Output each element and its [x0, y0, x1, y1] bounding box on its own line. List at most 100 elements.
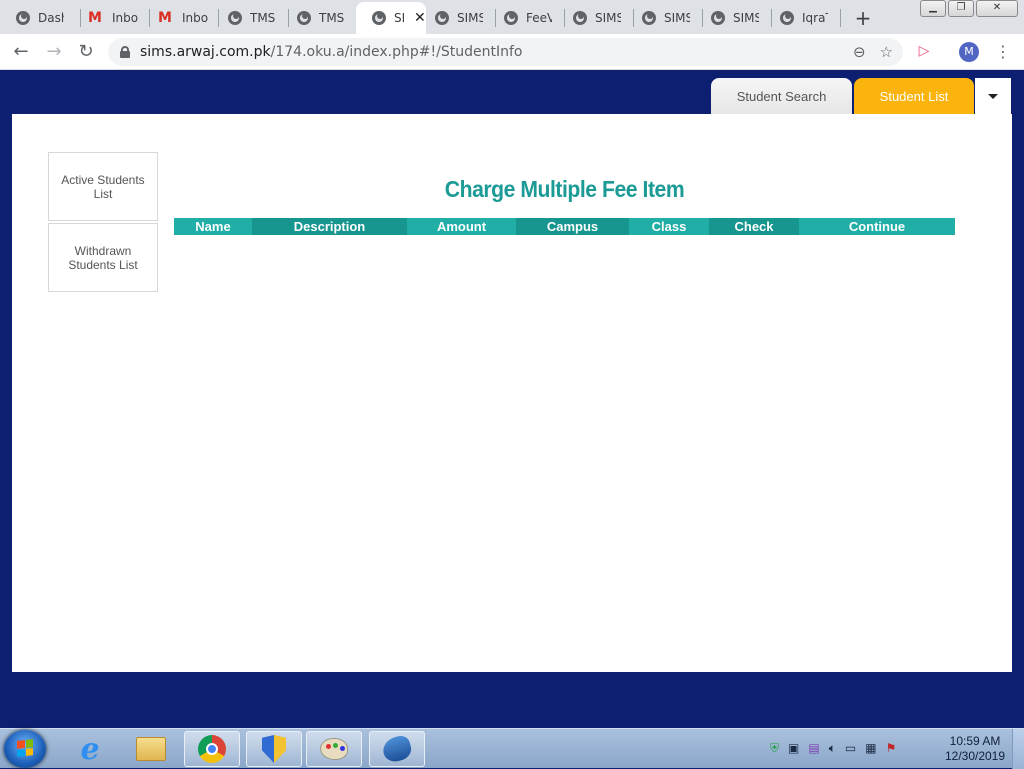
url-host: sims.arwaj.com.pk	[140, 44, 271, 60]
taskbar-chrome[interactable]	[184, 731, 240, 767]
tab-student-list[interactable]: Student List	[854, 78, 974, 114]
windows-logo-icon	[17, 739, 33, 757]
tab-title: Inbox	[112, 11, 138, 25]
show-desktop-button[interactable]	[1012, 729, 1024, 769]
page-title: Charge Multiple Fee Item	[444, 176, 685, 202]
defender-shield-icon[interactable]: ⛨	[770, 741, 779, 756]
browser-tab-8[interactable]: FeeV	[488, 2, 564, 34]
clock-date: 12/30/2019	[944, 749, 1006, 763]
globe-icon	[372, 11, 386, 25]
browser-tab-4[interactable]: TMS	[212, 2, 288, 34]
fee-items-table: Name Description Amount Campus Class Che…	[174, 218, 955, 235]
browser-tab-10[interactable]: SIMS	[626, 2, 702, 34]
zoom-icon[interactable]: ⊖	[853, 43, 866, 61]
sidebar-item-withdrawn-students[interactable]: Withdrawn Students List	[48, 223, 158, 292]
chrome-icon	[198, 735, 226, 763]
browser-tab-3[interactable]: M Inbox	[142, 2, 218, 34]
tab-title: SIMS	[664, 11, 690, 25]
volume-icon[interactable]: 🔈︎	[829, 741, 836, 756]
column-header-check: Check	[709, 218, 799, 235]
clock-time: 10:59 AM	[949, 734, 1001, 748]
tab-title: SIMS	[595, 11, 621, 25]
browser-tab-11[interactable]: SIMS	[695, 2, 771, 34]
network-icon[interactable]: ▭	[845, 741, 856, 756]
taskbar-mysql[interactable]	[369, 731, 425, 767]
sidebar: Active Students List Withdrawn Students …	[48, 152, 158, 294]
url-text: sims.arwaj.com.pk/174.oku.a/index.php#!/…	[140, 44, 522, 60]
column-header-amount: Amount	[407, 218, 516, 235]
taskbar-internet-explorer[interactable]: e	[62, 731, 118, 767]
table-header-row: Name Description Amount Campus Class Che…	[174, 218, 955, 235]
extension-icon[interactable]: ▷	[916, 43, 932, 59]
windows-taskbar: e ⛨ ▣ ▤ 🔈︎ ▭ ▦ ⚑ 10:59 AM 12/30/2019	[0, 728, 1024, 769]
column-header-campus: Campus	[516, 218, 629, 235]
column-header-continue: Continue	[799, 218, 955, 235]
maximize-button[interactable]: ❐	[948, 0, 974, 17]
tab-title: FeeV	[526, 11, 552, 25]
tab-student-search[interactable]: Student Search	[711, 78, 852, 114]
system-tray: ⛨ ▣ ▤ 🔈︎ ▭ ▦ ⚑	[770, 741, 896, 756]
globe-icon	[573, 11, 587, 25]
address-bar[interactable]: sims.arwaj.com.pk/174.oku.a/index.php#!/…	[108, 38, 903, 66]
action-center-flag-icon[interactable]: ⚑	[886, 741, 897, 756]
tab-title: Dashb	[38, 11, 64, 25]
browser-tab-9[interactable]: SIMS	[557, 2, 633, 34]
browser-tab-5[interactable]: TMS	[281, 2, 357, 34]
taskbar-paint[interactable]	[306, 731, 362, 767]
taskbar-clock[interactable]: 10:59 AM 12/30/2019	[940, 734, 1010, 764]
browser-tab-1[interactable]: Dashb	[0, 2, 80, 34]
tab-title: IqraT	[802, 11, 828, 25]
paint-palette-icon	[320, 738, 348, 760]
close-window-button[interactable]: ✕	[976, 0, 1018, 17]
display-icon[interactable]: ▦	[865, 741, 876, 756]
browser-menu-icon[interactable]: ⋮	[995, 42, 1011, 62]
content-panel: Active Students List Withdrawn Students …	[12, 114, 1012, 672]
profile-avatar[interactable]: M	[959, 42, 979, 62]
globe-icon	[228, 11, 242, 25]
bookmark-star-icon[interactable]: ☆	[880, 43, 893, 61]
back-button[interactable]: ←	[10, 41, 32, 63]
usb-device-icon[interactable]: ▣	[788, 741, 799, 756]
tab-title: TMS	[250, 11, 276, 25]
browser-tab-7[interactable]: SIMS	[419, 2, 495, 34]
reload-button[interactable]: ↻	[75, 41, 97, 63]
tab-title: SIMS	[457, 11, 483, 25]
browser-tab-12[interactable]: IqraT	[764, 2, 840, 34]
sidebar-item-active-students[interactable]: Active Students List	[48, 152, 158, 221]
dolphin-icon	[380, 733, 414, 765]
caret-down-icon	[988, 93, 998, 99]
globe-icon	[642, 11, 656, 25]
globe-icon	[297, 11, 311, 25]
forward-button[interactable]: →	[43, 41, 65, 63]
globe-icon	[780, 11, 794, 25]
tab-separator	[840, 9, 841, 27]
globe-icon	[16, 11, 30, 25]
tab-title: SI	[394, 11, 406, 25]
column-header-description: Description	[252, 218, 407, 235]
tab-title: SIMS	[733, 11, 759, 25]
tab-title: Inbox	[182, 11, 208, 25]
internet-explorer-icon: e	[80, 731, 100, 767]
browser-tab-active[interactable]: SI ✕	[356, 2, 426, 34]
browser-tabstrip: Dashb M Inbox M Inbox TMS TMS SI ✕ SIMS …	[0, 0, 1024, 34]
globe-icon	[435, 11, 449, 25]
lock-icon	[120, 46, 130, 58]
minimize-button[interactable]: ▁	[920, 0, 946, 17]
url-path: /174.oku.a/index.php#!/StudentInfo	[270, 44, 523, 60]
app-tray-icon[interactable]: ▤	[808, 741, 819, 756]
window-controls: ▁ ❐ ✕	[920, 0, 1018, 17]
gmail-icon: M	[158, 10, 172, 26]
column-header-class: Class	[629, 218, 709, 235]
browser-toolbar: ← → ↻ sims.arwaj.com.pk/174.oku.a/index.…	[0, 34, 1024, 70]
globe-icon	[504, 11, 518, 25]
column-header-name: Name	[174, 218, 252, 235]
start-button[interactable]	[4, 730, 46, 768]
taskbar-file-explorer[interactable]	[123, 731, 179, 767]
gmail-icon: M	[88, 10, 102, 26]
nav-dropdown-button[interactable]	[975, 78, 1011, 114]
new-tab-button[interactable]: +	[852, 6, 874, 30]
taskbar-security-center[interactable]	[246, 731, 302, 767]
browser-tab-2[interactable]: M Inbox	[72, 2, 148, 34]
shield-icon	[262, 735, 286, 763]
page-nav-tabs: Student Search Student List	[711, 78, 1011, 114]
